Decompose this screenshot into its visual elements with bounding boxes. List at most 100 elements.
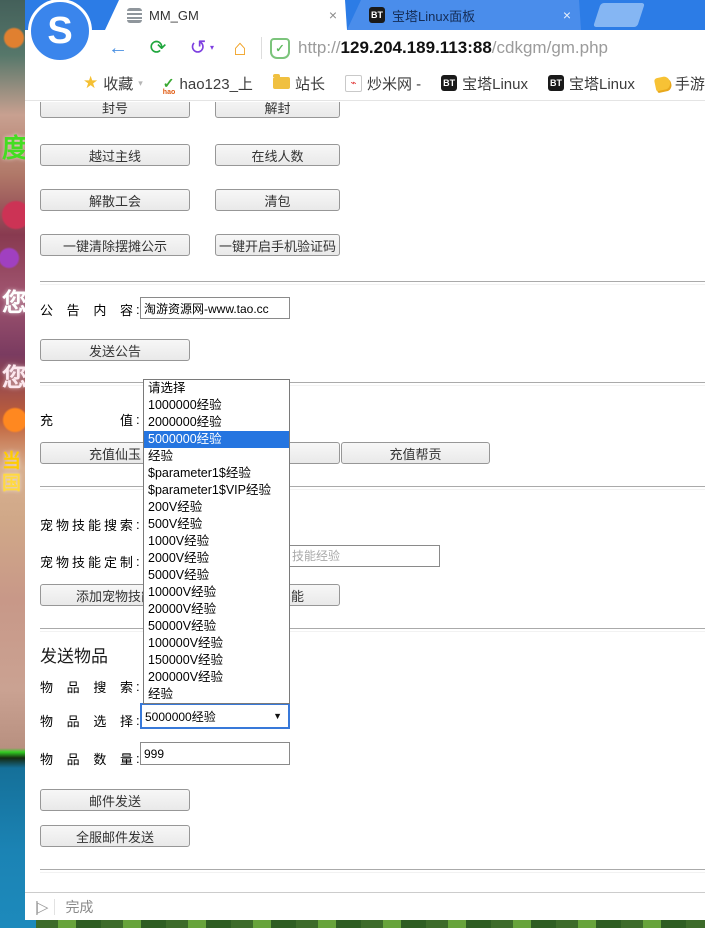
star-icon: ★ bbox=[83, 73, 98, 93]
dropdown-option[interactable]: 1000000经验 bbox=[144, 397, 289, 414]
hao123-icon: ✓hao bbox=[163, 75, 175, 92]
dropdown-option[interactable]: 5000000经验 bbox=[144, 431, 289, 448]
clear-bag-button[interactable]: 清包 bbox=[215, 189, 340, 211]
selected-value: 5000000经验 bbox=[145, 708, 273, 725]
dropdown-arrow-icon: ▼ bbox=[273, 711, 282, 721]
dropdown-option[interactable]: $parameter1$VIP经验 bbox=[144, 482, 289, 499]
item-select-label: 物品选择 bbox=[40, 711, 133, 730]
close-icon[interactable]: × bbox=[329, 7, 337, 23]
dropdown-option[interactable]: 200V经验 bbox=[144, 499, 289, 516]
status-text: 完成 bbox=[65, 897, 93, 917]
desktop-wallpaper-bottom bbox=[36, 920, 705, 928]
bookmark-label: 宝塔Linux bbox=[569, 73, 635, 94]
bookmark-chaomi[interactable]: ⌁ 炒米网 - bbox=[345, 73, 421, 94]
enable-phone-verify-button[interactable]: 一键开启手机验证码 bbox=[215, 234, 340, 256]
dropdown-option[interactable]: 2000000经验 bbox=[144, 414, 289, 431]
clear-stall-notice-button[interactable]: 一键清除摆摊公示 bbox=[40, 234, 190, 256]
dropdown-option[interactable]: 请选择 bbox=[144, 380, 289, 397]
new-tab-button[interactable] bbox=[593, 3, 645, 27]
browser-logo[interactable]: S bbox=[28, 0, 92, 63]
page-content: 封号 解封 越过主线 在线人数 解散工会 清包 一键清除摆摊公示 一键开启手机验… bbox=[25, 102, 705, 893]
chart-icon: ⌁ bbox=[345, 75, 362, 92]
browser-window: MM_GM × BT 宝塔Linux面板 × S ← ⟳ ↺ ▾ ⌂ ✓ htt… bbox=[25, 0, 705, 920]
divider bbox=[40, 628, 705, 632]
item-qty-row: 物品数量 : bbox=[40, 749, 140, 768]
bookmark-favorites[interactable]: ★ 收藏 ▾ bbox=[83, 73, 143, 94]
tab-mm-gm[interactable]: MM_GM × bbox=[105, 0, 347, 30]
item-qty-input[interactable] bbox=[140, 742, 290, 765]
pet-skill-exp-input[interactable] bbox=[288, 545, 440, 567]
sidebar-play-icon[interactable]: |▷ bbox=[35, 898, 46, 916]
dropdown-option[interactable]: 50000V经验 bbox=[144, 618, 289, 635]
bt-icon: BT bbox=[548, 75, 564, 91]
wallpaper-character: 您 bbox=[2, 358, 27, 394]
bookmark-label: 站长 bbox=[295, 73, 325, 94]
wallpaper-character: 国 bbox=[2, 468, 21, 495]
url-host: 129.204.189.113:88 bbox=[341, 38, 492, 57]
dropdown-option[interactable]: 1000V经验 bbox=[144, 533, 289, 550]
bookmark-hao123[interactable]: ✓hao hao123_上 bbox=[163, 73, 253, 94]
back-icon[interactable]: ← bbox=[103, 38, 133, 58]
wallpaper-character: 您 bbox=[2, 283, 27, 319]
send-announce-button[interactable]: 发送公告 bbox=[40, 339, 190, 361]
online-count-button[interactable]: 在线人数 bbox=[215, 144, 340, 166]
navigation-toolbar: ← ⟳ ↺ ▾ ⌂ ✓ http://129.204.189.113:88/cd… bbox=[25, 30, 705, 67]
security-shield-icon[interactable]: ✓ bbox=[270, 38, 290, 59]
mail-send-button[interactable]: 邮件发送 bbox=[40, 789, 190, 811]
tab-baota-panel[interactable]: BT 宝塔Linux面板 × bbox=[347, 0, 581, 30]
bookmark-baota-2[interactable]: BT 宝塔Linux bbox=[548, 73, 635, 94]
announce-label-row: 公告内容 : bbox=[40, 300, 140, 319]
dropdown-option[interactable]: 150000V经验 bbox=[144, 652, 289, 669]
send-item-heading: 发送物品 bbox=[40, 642, 108, 667]
bookmark-label: hao123_上 bbox=[180, 73, 253, 94]
document-icon bbox=[127, 8, 142, 23]
dropdown-option[interactable]: 经验 bbox=[144, 686, 289, 703]
folder-icon bbox=[273, 77, 290, 89]
item-select-row: 物品选择 : bbox=[40, 711, 140, 730]
dropdown-option[interactable]: 10000V经验 bbox=[144, 584, 289, 601]
dropdown-option[interactable]: 5000V经验 bbox=[144, 567, 289, 584]
bookmark-label: 宝塔Linux bbox=[462, 73, 528, 94]
divider bbox=[40, 486, 705, 490]
bt-icon: BT bbox=[369, 7, 385, 23]
mail-send-all-button[interactable]: 全服邮件发送 bbox=[40, 825, 190, 847]
ban-account-button[interactable]: 封号 bbox=[40, 102, 190, 118]
divider bbox=[40, 869, 705, 873]
dropdown-option[interactable]: 100000V经验 bbox=[144, 635, 289, 652]
dropdown-option[interactable]: 200000V经验 bbox=[144, 669, 289, 686]
pet-skill-custom-row: 宠物技能定制 : bbox=[40, 552, 140, 571]
item-select[interactable]: 5000000经验 ▼ bbox=[140, 703, 290, 729]
recharge-banggong-button[interactable]: 充值帮贡 bbox=[341, 442, 490, 464]
refresh-icon[interactable]: ⟳ bbox=[143, 38, 173, 58]
dropdown-option[interactable]: 经验 bbox=[144, 448, 289, 465]
dropdown-option[interactable]: 2000V经验 bbox=[144, 550, 289, 567]
divider bbox=[40, 281, 705, 285]
bt-icon: BT bbox=[441, 75, 457, 91]
bookmark-shouyou[interactable]: 手游资 bbox=[655, 73, 705, 94]
pet-skill-search-row: 宠物技能搜索 : bbox=[40, 515, 140, 534]
address-bar[interactable]: http://129.204.189.113:88/cdkgm/gm.php bbox=[298, 38, 608, 58]
chevron-down-icon: ▾ bbox=[138, 78, 143, 89]
pet-skill-search-label: 宠物技能搜索 bbox=[40, 515, 133, 534]
recharge-label: 充值 bbox=[40, 410, 133, 429]
bookmark-baota-1[interactable]: BT 宝塔Linux bbox=[441, 73, 528, 94]
pet-skill-custom-label: 宠物技能定制 bbox=[40, 552, 133, 571]
bookmarks-bar: ★ 收藏 ▾ ✓hao hao123_上 站长 ⌁ 炒米网 - BT 宝塔Lin… bbox=[25, 66, 705, 101]
home-icon[interactable]: ⌂ bbox=[225, 37, 255, 59]
unban-account-button[interactable]: 解封 bbox=[215, 102, 340, 118]
dropdown-option[interactable]: $parameter1$经验 bbox=[144, 465, 289, 482]
dropdown-option[interactable]: 20000V经验 bbox=[144, 601, 289, 618]
item-select-dropdown[interactable]: 请选择1000000经验2000000经验5000000经验经验$paramet… bbox=[143, 379, 290, 704]
dropdown-option[interactable]: 500V经验 bbox=[144, 516, 289, 533]
close-icon[interactable]: × bbox=[563, 7, 571, 23]
announce-input[interactable] bbox=[140, 297, 290, 319]
medal-icon bbox=[654, 75, 671, 91]
disband-guild-button[interactable]: 解散工会 bbox=[40, 189, 190, 211]
skip-mainline-button[interactable]: 越过主线 bbox=[40, 144, 190, 166]
bookmark-zhanzhang[interactable]: 站长 bbox=[273, 73, 325, 94]
bookmark-label: 收藏 bbox=[103, 73, 133, 94]
chevron-down-icon[interactable]: ▾ bbox=[207, 44, 217, 52]
button-label: 能 bbox=[291, 586, 304, 605]
announce-label: 公告内容 bbox=[40, 300, 133, 319]
tab-title: 宝塔Linux面板 bbox=[392, 6, 552, 25]
